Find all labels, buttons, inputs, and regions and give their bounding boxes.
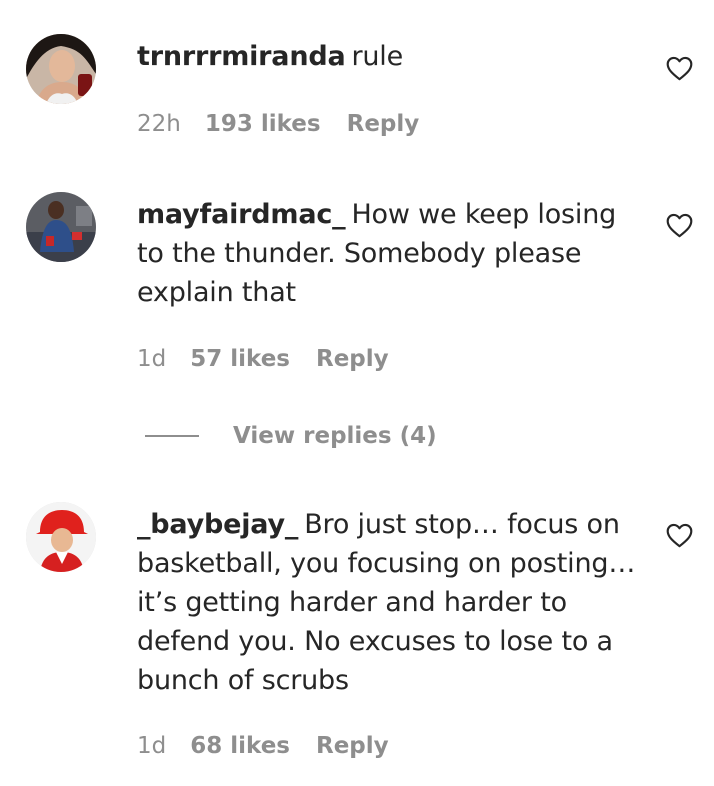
view-replies-label: View replies (4)	[233, 423, 437, 449]
avatar-image	[26, 192, 96, 262]
comment-meta: 1d 57 likes Reply	[137, 346, 389, 372]
comment-likes[interactable]: 57 likes	[190, 346, 290, 372]
heart-outline-icon[interactable]	[666, 213, 693, 238]
heart-outline-icon[interactable]	[666, 56, 693, 81]
comment-body: mayfairdmac_ How we keep losing to the th…	[137, 195, 637, 312]
view-replies-divider	[145, 435, 199, 437]
comment-username[interactable]: trnrrrmiranda	[137, 41, 346, 72]
comment-likes[interactable]: 193 likes	[205, 111, 321, 137]
avatar[interactable]	[26, 502, 96, 572]
comment-meta: 22h 193 likes Reply	[137, 111, 419, 137]
reply-button[interactable]: Reply	[347, 111, 420, 137]
avatar-image	[26, 34, 96, 104]
reply-button[interactable]: Reply	[316, 733, 389, 759]
comment-text: rule	[351, 41, 404, 72]
comment-meta: 1d 68 likes Reply	[137, 733, 389, 759]
comment-username[interactable]: _baybejay_	[137, 509, 298, 540]
comment-body: _baybejay_ Bro just stop… focus on basket…	[137, 505, 637, 700]
avatar-image	[26, 502, 96, 572]
comment-likes[interactable]: 68 likes	[190, 733, 290, 759]
comment-time[interactable]: 1d	[137, 346, 166, 372]
comment-time[interactable]: 22h	[137, 111, 181, 137]
comment-body: trnrrrmiranda rule	[137, 37, 637, 76]
heart-outline-icon[interactable]	[666, 523, 693, 548]
reply-button[interactable]: Reply	[316, 346, 389, 372]
avatar[interactable]	[26, 192, 96, 262]
view-replies-button[interactable]: View replies (4)	[145, 420, 437, 452]
avatar[interactable]	[26, 34, 96, 104]
comment-username[interactable]: mayfairdmac_	[137, 199, 346, 230]
comment-time[interactable]: 1d	[137, 733, 166, 759]
